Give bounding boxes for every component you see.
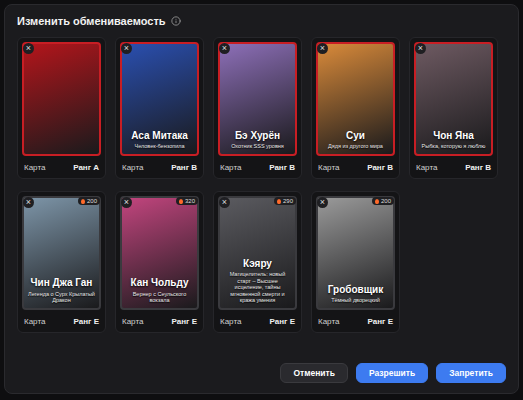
card-rank: Ранг E — [74, 317, 99, 326]
card[interactable]: × Карта Ранг A — [17, 37, 106, 179]
card-type: Карта — [318, 163, 339, 172]
card-name: Чин Джа Ган — [31, 277, 93, 289]
remove-button[interactable]: × — [219, 197, 230, 208]
info-icon[interactable] — [171, 16, 181, 26]
price-badge: 200 — [372, 197, 394, 205]
card-rank: Ранг E — [270, 317, 295, 326]
card-subtitle: Человек-бензопила — [134, 143, 184, 150]
price-badge: 200 — [78, 197, 100, 205]
price-badge: 290 — [274, 197, 296, 205]
card[interactable]: ×200ГробовщикТёмный дворецкийКартаРанг E — [311, 191, 400, 333]
card-subtitle: Дядя из другого мира — [328, 143, 383, 150]
card-footer: Карта Ранг E — [22, 314, 101, 328]
card-subtitle: Охотник SSS уровня — [231, 143, 284, 150]
action-button[interactable]: Отменить — [280, 363, 348, 383]
card-footer: Карта Ранг B — [218, 160, 297, 174]
card-art: ГробовщикТёмный дворецкий — [316, 196, 395, 310]
card-rank: Ранг B — [269, 163, 295, 172]
card-rank: Ранг B — [171, 163, 197, 172]
card-rank: Ранг A — [73, 163, 99, 172]
remove-button[interactable]: × — [23, 43, 34, 54]
card-subtitle: Легенда о Сурх Крылатый Дракон — [27, 291, 96, 304]
card-grid: ×КартаРанг A×Аса МитакаЧеловек-бензопила… — [17, 37, 506, 333]
card-footer: Карта Ранг E — [120, 314, 199, 328]
card-art: КэяруМагицелитель: новый старт – Высшее … — [218, 196, 297, 310]
card-name: Гробовщик — [328, 284, 384, 296]
remove-button[interactable]: × — [23, 197, 34, 208]
card-footer: Карта Ранг E — [316, 314, 395, 328]
card-art: Чон ЯнаРыбка, которую я люблю — [414, 42, 493, 156]
card-art: Аса МитакаЧеловек-бензопила — [120, 42, 199, 156]
flame-icon — [277, 199, 281, 204]
card[interactable]: × 200 Чин Джа Ган Легенда о Сурх Крылатый Д… — [17, 191, 106, 333]
card-type: Карта — [220, 317, 241, 326]
remove-button[interactable]: × — [317, 43, 328, 54]
card-name: Аса Митака — [131, 130, 188, 142]
card-art: Чин Джа Ган Легенда о Сурх Крылатый Драко… — [22, 196, 101, 310]
card-rank: Ранг B — [465, 163, 491, 172]
card-type: Карта — [24, 163, 45, 172]
card-name: Кэяру — [243, 258, 272, 270]
card[interactable]: ×Бэ ХурёнОхотник SSS уровняКартаРанг B — [213, 37, 302, 179]
card-rank: Ранг B — [367, 163, 393, 172]
card-art: Кан Чольду Вернер с Сеульского вокзала — [120, 196, 199, 310]
card-type: Карта — [318, 317, 339, 326]
remove-button[interactable]: × — [317, 197, 328, 208]
card-type: Карта — [220, 163, 241, 172]
remove-button[interactable]: × — [415, 43, 426, 54]
card-footer: Карта Ранг A — [22, 160, 101, 174]
card[interactable]: ×Аса МитакаЧеловек-бензопилаКартаРанг B — [115, 37, 204, 179]
card-footer: Карта Ранг B — [316, 160, 395, 174]
card-footer: Карта Ранг E — [218, 314, 297, 328]
card-subtitle: Вернер с Сеульского вокзала — [125, 291, 194, 304]
card[interactable]: ×Чон ЯнаРыбка, которую я люблюКартаРанг … — [409, 37, 498, 179]
card-subtitle: Магицелитель: новый старт – Высшее исцел… — [223, 271, 292, 304]
price-badge: 320 — [176, 197, 198, 205]
card-name: Суи — [346, 130, 365, 142]
card-art — [22, 42, 101, 156]
card-subtitle: Рыбка, которую я люблю — [422, 143, 486, 150]
remove-button[interactable]: × — [121, 43, 132, 54]
card-type: Карта — [24, 317, 45, 326]
remove-button[interactable]: × — [121, 197, 132, 208]
dialog-title: Изменить обмениваемость — [17, 15, 166, 27]
dialog-actions: Отменить Разрешить Запретить — [17, 363, 506, 383]
card[interactable]: ×СуиДядя из другого мираКартаРанг B — [311, 37, 400, 179]
flame-icon — [375, 199, 379, 204]
dialog-header: Изменить обмениваемость — [17, 15, 506, 27]
flame-icon — [81, 199, 85, 204]
remove-button[interactable]: × — [219, 43, 230, 54]
card-type: Карта — [416, 163, 437, 172]
card[interactable]: ×290КэяруМагицелитель: новый старт – Выс… — [213, 191, 302, 333]
card-subtitle: Тёмный дворецкий — [331, 297, 380, 304]
card-rank: Ранг E — [368, 317, 393, 326]
card-footer: Карта Ранг B — [120, 160, 199, 174]
flame-icon — [179, 199, 183, 204]
card-art: Бэ ХурёнОхотник SSS уровня — [218, 42, 297, 156]
card-name: Кан Чольду — [130, 277, 188, 289]
action-button[interactable]: Разрешить — [356, 363, 428, 383]
card-art: СуиДядя из другого мира — [316, 42, 395, 156]
action-button[interactable]: Запретить — [436, 363, 506, 383]
card-type: Карта — [122, 317, 143, 326]
card[interactable]: × 320 Кан Чольду Вернер с Сеульского вокзал… — [115, 191, 204, 333]
card-name: Бэ Хурён — [235, 130, 280, 142]
card-footer: Карта Ранг B — [414, 160, 493, 174]
card-name: Чон Яна — [433, 130, 474, 142]
exchange-dialog: Изменить обмениваемость×КартаРанг A×Аса … — [4, 4, 519, 394]
card-rank: Ранг E — [172, 317, 197, 326]
card-type: Карта — [122, 163, 143, 172]
